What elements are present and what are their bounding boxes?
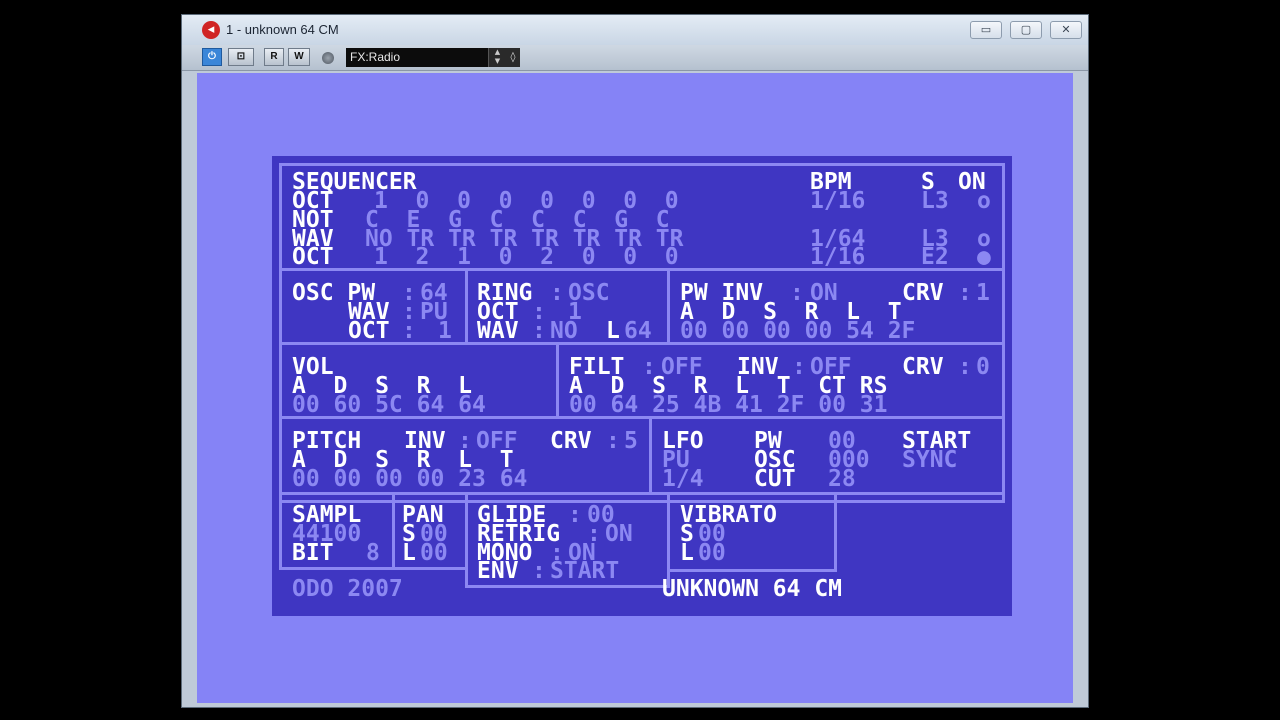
write-automation-button[interactable]: W (288, 48, 310, 66)
vibrato-l-label: L (680, 540, 694, 566)
minimize-button[interactable]: ▭ (970, 21, 1002, 39)
ring-sep: : (550, 280, 564, 306)
pan-l-value[interactable]: 00 (420, 542, 448, 565)
sampl-bit-value[interactable]: 8 (366, 542, 380, 565)
seq-row-values[interactable]: 1 2 1 0 2 0 0 0 (374, 246, 679, 269)
seq-row-mark-icon[interactable]: ● (977, 246, 991, 269)
glide-sep: : (568, 502, 582, 528)
maximize-button[interactable]: ▢ (1010, 21, 1042, 39)
seq-row-label: OCT (292, 244, 334, 270)
title-bar[interactable]: ◂ 1 - unknown 64 CM ▭ ▢ ✕ (182, 15, 1088, 45)
power-button[interactable]: ⏻ (202, 48, 222, 66)
divider-line (556, 342, 559, 418)
synth-name: UNKNOWN 64 CM (662, 576, 843, 602)
seq-row-slot[interactable]: L3 (921, 190, 949, 213)
filt-crv-label: CRV (902, 354, 944, 380)
retrig-value[interactable]: ON (605, 523, 633, 546)
ring-l-label: L (606, 318, 620, 344)
vibrato-l-value[interactable]: 00 (698, 542, 726, 565)
pan-l-label: L (402, 540, 416, 566)
divider-line (649, 416, 652, 494)
vol-values[interactable]: 00 60 5C 64 64 (292, 394, 486, 417)
lfo-cut-label: CUT (754, 466, 796, 492)
vibrato-label: VIBRATO (680, 502, 777, 528)
divider-line (465, 268, 468, 344)
ring-l-value[interactable]: 64 (624, 320, 652, 343)
sampl-bit-label: BIT (292, 540, 334, 566)
seq-row-slot[interactable]: E2 (921, 246, 949, 269)
divider-line (667, 268, 670, 344)
read-automation-button[interactable]: R (264, 48, 284, 66)
osc-sep: : (402, 318, 416, 344)
filt-sep: : (958, 354, 972, 380)
pitch-crv-label: CRV (550, 428, 592, 454)
filt-values[interactable]: 00 64 25 4B 41 2F 00 31 (569, 394, 888, 417)
bypass-button[interactable]: ⊡ (228, 48, 254, 66)
credit-text: ODO 2007 (292, 576, 403, 602)
pitch-crv-value[interactable]: 5 (624, 430, 638, 453)
ring-wav-value[interactable]: NO (550, 320, 578, 343)
pitch-sep: : (606, 428, 620, 454)
osc-oct-value[interactable]: 1 (438, 320, 452, 343)
activity-led (322, 52, 334, 64)
pitch-values[interactable]: 00 00 00 00 23 64 (292, 468, 527, 491)
glide-sep: : (532, 558, 546, 584)
preset-stepper-icon[interactable]: ▲ ▼ (488, 48, 506, 67)
seq-row-rate[interactable]: 1/16 (810, 246, 865, 269)
pw-crv-value[interactable]: 1 (976, 282, 990, 305)
close-button[interactable]: ✕ (1050, 21, 1082, 39)
lfo-rate[interactable]: 1/4 (662, 468, 704, 491)
plugin-toolbar: ⏻ ⊡ R W FX:Radio ▲ ▼ ◊ (182, 45, 1088, 71)
seq-row-rate[interactable]: 1/16 (810, 190, 865, 213)
preset-selector[interactable]: FX:Radio (346, 48, 506, 67)
ring-sep: : (532, 318, 546, 344)
pw-env-values[interactable]: 00 00 00 00 54 2F (680, 320, 915, 343)
window-title: 1 - unknown 64 CM (226, 22, 339, 37)
seq-row-mark-icon[interactable]: o (977, 190, 991, 213)
lfo-cut-value[interactable]: 28 (828, 468, 856, 491)
lfo-sync-value[interactable]: SYNC (902, 449, 957, 472)
osc-oct-label: OCT (348, 318, 390, 344)
plugin-editor: SEQUENCER BPM S ON OCT 1 0 0 0 0 0 0 0 1… (197, 73, 1073, 703)
synth-screen: SEQUENCER BPM S ON OCT 1 0 0 0 0 0 0 0 1… (272, 156, 1012, 616)
ring-wav-label: WAV (477, 318, 519, 344)
filt-crv-value[interactable]: 0 (976, 356, 990, 379)
pw-sep: : (958, 280, 972, 306)
env-value[interactable]: START (550, 560, 619, 583)
cubase-icon: ◂ (202, 21, 220, 39)
plugin-window: ◂ 1 - unknown 64 CM ▭ ▢ ✕ ⏻ ⊡ R W FX:Rad… (181, 14, 1089, 708)
pw-crv-label: CRV (902, 280, 944, 306)
preset-menu-icon[interactable]: ◊ (506, 48, 520, 67)
env-label: ENV (477, 558, 519, 584)
